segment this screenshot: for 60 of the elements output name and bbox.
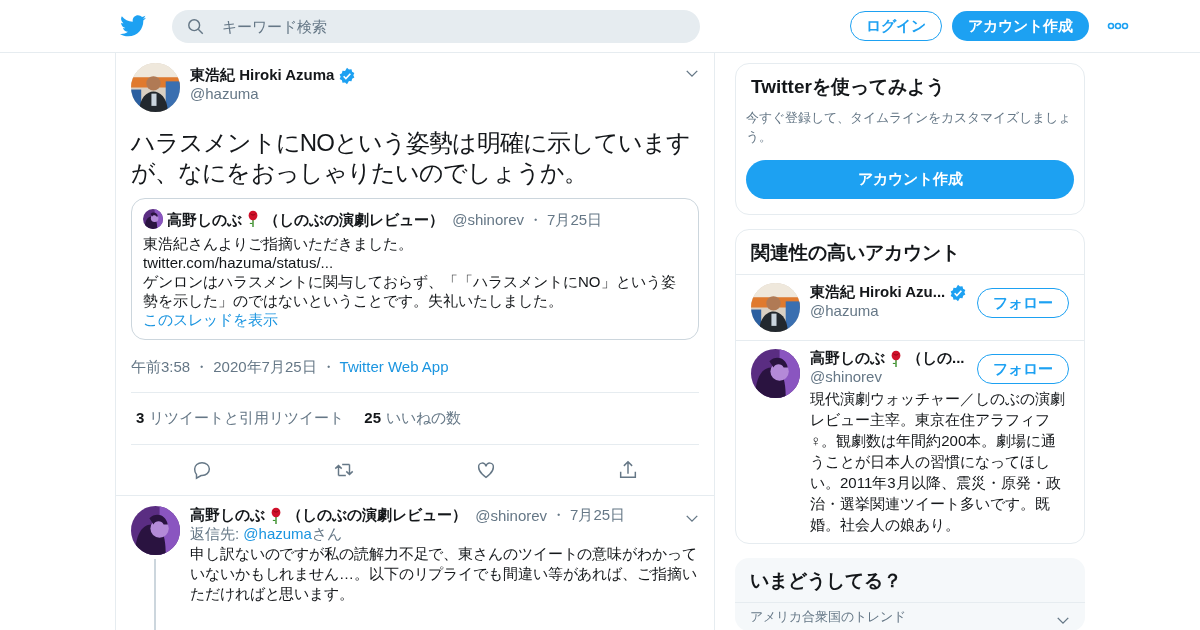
reply-to-suffix: さん <box>311 525 342 542</box>
bird-logo-icon[interactable] <box>120 15 146 37</box>
author-name-suffix: （しのぶの演劇レビュー） <box>264 209 444 229</box>
rose-icon <box>246 210 260 228</box>
reply-text: 申し訳ないのですが私の読解力不足で、東さんのツイートの意味がわかっていないかもしれません…。以下のリプライでも間違い等があれば、ご指摘いただければと思います。 <box>190 544 698 604</box>
stat-count[interactable]: 25 <box>364 409 382 428</box>
separator: ・ <box>194 358 210 377</box>
reply-to-label: 返信先: <box>190 525 241 542</box>
stat-label[interactable]: リツイートと引用リツイート <box>149 409 345 428</box>
account-handle[interactable]: @hazuma <box>810 302 971 319</box>
tweet-text: ハラスメントにNOという姿勢は明確に示していますが、なにをおっしゃりたいのでしょうか。 <box>131 128 692 188</box>
quoted-tweet[interactable]: 高野しのぶ （しのぶの演劇レビュー） @shinorev ・ 7月25日 東浩紀さんよりご指摘いただきました。 twitter.com/hazuma/status/... ゲンロンはハラスメントに関与しておらず、「「ハラスメントにNO」という姿勢を示した」のではないということです。失礼いたしました。 このスレッドを表示 <box>131 198 699 340</box>
search-icon <box>187 17 205 36</box>
link-text[interactable]: twitter.com/hazuma/status/... <box>143 253 687 272</box>
account-handle[interactable]: @shinorev <box>810 368 971 385</box>
signup-button[interactable]: アカウント作成 <box>746 160 1074 199</box>
author-handle[interactable]: @hazuma <box>190 85 675 102</box>
caret-icon[interactable] <box>685 514 699 523</box>
tweet-date: 2020年7月25日 <box>213 358 317 377</box>
author-name[interactable]: 高野しのぶ <box>190 506 265 525</box>
card-title: 関連性の高いアカウント <box>750 241 961 265</box>
quote-text: ゲンロンはハラスメントに関与しておらず、「「ハラスメントにNO」という姿勢を示した」のではないということです。失礼いたしました。 <box>143 272 677 310</box>
account-bio: 現代演劇ウォッチャー／しのぶの演劇レビュー主宰。東京在住アラフィフ♀。観劇数は年間約200本。劇場に通うことが日本人の習慣になってほしい。2011年3月以降、震災・原発・政治・選挙関連ツイート多いです。既婚。社会人の娘あり。 <box>810 389 1066 535</box>
stat-label[interactable]: いいねの数 <box>386 409 462 428</box>
card-subtitle: 今すぐ登録して、タイムラインをカスタマイズしましょう。 <box>745 109 1072 146</box>
share-icon[interactable] <box>617 459 639 481</box>
caret-icon[interactable] <box>1056 615 1070 625</box>
signup-button[interactable]: アカウント作成 <box>952 11 1089 41</box>
separator: ・ <box>320 358 336 377</box>
caret-icon[interactable] <box>685 69 699 78</box>
author-handle: @shinorev <box>451 209 525 229</box>
author-name-suffix[interactable]: （しのぶの演劇レビュー） <box>287 506 467 525</box>
quote-text: 東浩紀さんよりご指摘いただきました。 <box>143 234 414 253</box>
search-field[interactable]: キーワード検索 <box>172 9 700 43</box>
tweet-date: 7月25日 <box>547 209 603 229</box>
more-icon[interactable] <box>1107 22 1129 30</box>
source-link[interactable]: Twitter Web App <box>339 358 449 377</box>
follow-button[interactable]: フォロー <box>977 288 1069 318</box>
trends-location: アメリカ合衆国のトレンド <box>750 608 906 626</box>
separator: ・ <box>528 209 544 229</box>
card-title: Twitterを使ってみよう <box>750 75 946 99</box>
author-handle[interactable]: @shinorev <box>471 507 548 524</box>
mention-link[interactable]: @hazuma <box>243 525 312 542</box>
author-name: 高野しのぶ <box>167 209 242 229</box>
separator: ・ <box>551 506 567 525</box>
tweet-time: 午前3:58 <box>131 358 191 377</box>
account-name[interactable]: 高野しのぶ <box>810 349 885 368</box>
account-name[interactable]: 東浩紀 Hiroki Azu... <box>810 283 946 302</box>
account-name-suffix[interactable]: （しの... <box>907 349 965 368</box>
reply-icon[interactable] <box>191 459 213 481</box>
card-title: いまどうしてる？ <box>749 569 903 593</box>
follow-button[interactable]: フォロー <box>977 354 1069 384</box>
rose-icon <box>269 506 283 525</box>
author-name[interactable]: 東浩紀 Hiroki Azuma <box>190 66 335 85</box>
show-thread-link[interactable]: このスレッドを表示 <box>143 310 687 329</box>
rose-icon <box>889 349 903 368</box>
stat-count[interactable]: 3 <box>136 409 145 428</box>
heart-icon[interactable] <box>475 459 497 481</box>
tweet-date: 7月25日 <box>570 506 626 525</box>
login-button[interactable]: ログイン <box>850 11 942 41</box>
